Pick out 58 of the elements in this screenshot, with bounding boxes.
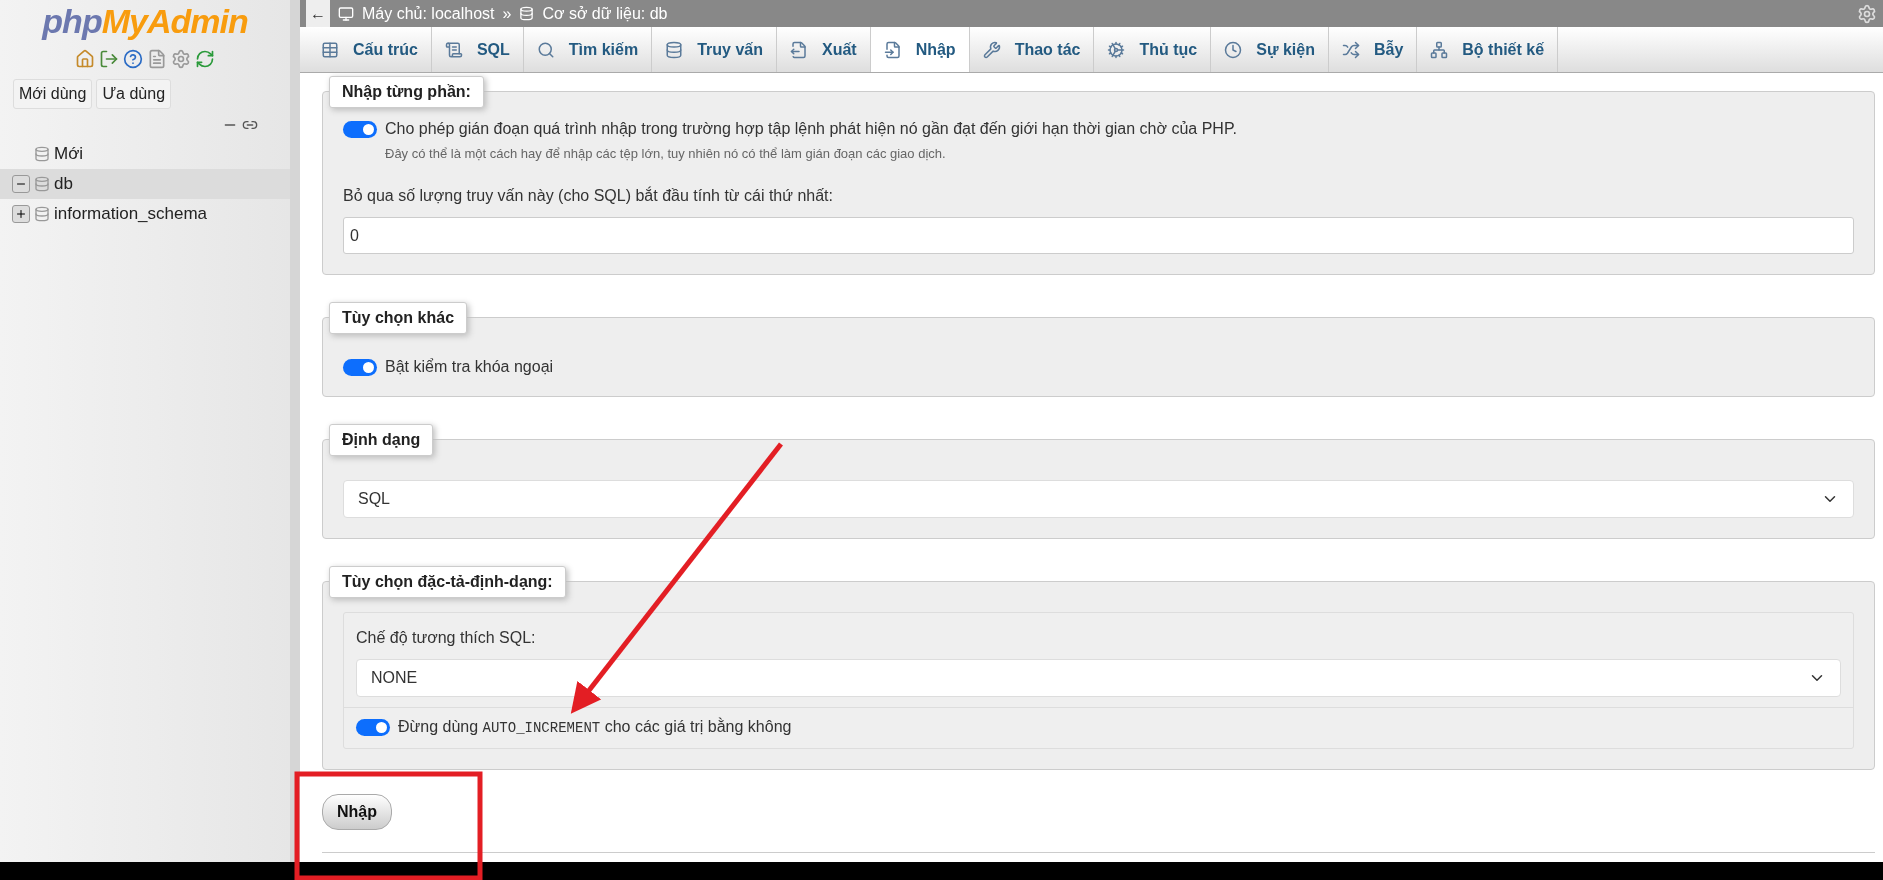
hint-text: Đây có thể là một cách hay để nhập các tệp lớn, tuy nhiên nó có thể làm gián đoạn các giao dịch.	[385, 146, 947, 161]
table-icon	[321, 40, 339, 59]
server-link[interactable]: Máy chủ: localhost	[362, 4, 495, 23]
compat-select[interactable]: NONE	[356, 659, 1841, 697]
tree-item[interactable]: information_schema	[0, 199, 290, 229]
tab[interactable]: Tìm kiếm	[523, 27, 653, 72]
toggle-label: Cho phép gián đoạn quá trình nhập trong trường hợp tập lệnh phát hiện nó gần đạt đến giới hạn thời gian chờ của PHP.	[385, 120, 1237, 138]
import-button[interactable]: Nhập	[322, 794, 392, 830]
tab[interactable]: Truy vấn	[652, 27, 777, 72]
fieldset-legend: Tùy chọn đặc-tả-định-dạng:	[329, 566, 566, 598]
search-icon	[536, 40, 555, 59]
document-icon[interactable]	[147, 49, 167, 69]
toggle-switch[interactable]	[343, 120, 377, 138]
exit-icon[interactable]	[99, 49, 119, 69]
network-icon	[1430, 40, 1449, 59]
settings-icon[interactable]	[171, 49, 191, 69]
field-label: Chế độ tương thích SQL:	[356, 629, 537, 647]
server-icon	[338, 5, 354, 22]
tab[interactable]: Bộ thiết kế	[1417, 27, 1559, 72]
tab[interactable]: Bẫy	[1328, 27, 1418, 72]
tree-item[interactable]: db	[0, 169, 290, 199]
field-label: Bỏ qua số lượng truy vấn này (cho SQL) bắt đầu tính từ cái thứ nhất:	[343, 187, 834, 205]
shuffle-icon	[1341, 40, 1360, 59]
toggle-label: Bật kiểm tra khóa ngoại	[385, 358, 554, 376]
tab[interactable]: Sự kiện	[1211, 27, 1329, 72]
help-icon[interactable]	[123, 49, 143, 69]
tree-item[interactable]: Mới	[0, 139, 290, 169]
scroll-icon	[444, 40, 463, 59]
sidebar-button[interactable]: Ưa dùng	[96, 79, 172, 109]
tab[interactable]: Thao tác	[969, 27, 1095, 72]
database-icon	[34, 176, 50, 192]
format-select[interactable]: SQL	[343, 480, 1854, 518]
toggle-label: Đừng dùng AUTO_INCREMENT cho các giá trị bằng không	[398, 718, 792, 736]
database-icon	[665, 40, 684, 59]
tab[interactable]: Nhập	[870, 27, 970, 72]
logo[interactable]: phpMyAdmin	[0, 0, 290, 41]
fieldset-legend: Nhập từng phần:	[329, 76, 484, 108]
toggle-switch[interactable]	[343, 358, 377, 376]
fieldset-legend: Định dạng	[329, 424, 434, 456]
database-icon	[519, 6, 535, 21]
clock-icon	[1224, 40, 1243, 59]
wrench-icon	[982, 40, 1001, 59]
tab[interactable]: Xuất	[776, 27, 871, 72]
collapse-icon[interactable]	[12, 175, 30, 193]
input-field[interactable]: 0	[343, 217, 1854, 254]
breadcrumb-separator: »	[502, 4, 512, 23]
database-icon	[34, 206, 50, 222]
sidebar-button[interactable]: Mới dùng	[13, 79, 93, 109]
fieldset-legend: Tùy chọn khác	[329, 302, 468, 334]
tab[interactable]: Thủ tục	[1094, 27, 1212, 72]
database-icon	[34, 146, 50, 162]
tab[interactable]: Cấu trúc	[308, 27, 432, 72]
refresh-icon[interactable]	[195, 49, 215, 69]
tab[interactable]: SQL	[431, 27, 524, 72]
database-link[interactable]: Cơ sở dữ liệu: db	[542, 4, 668, 23]
expand-icon[interactable]	[12, 205, 30, 223]
toggle-switch[interactable]	[356, 718, 390, 736]
home-icon[interactable]	[75, 49, 95, 69]
